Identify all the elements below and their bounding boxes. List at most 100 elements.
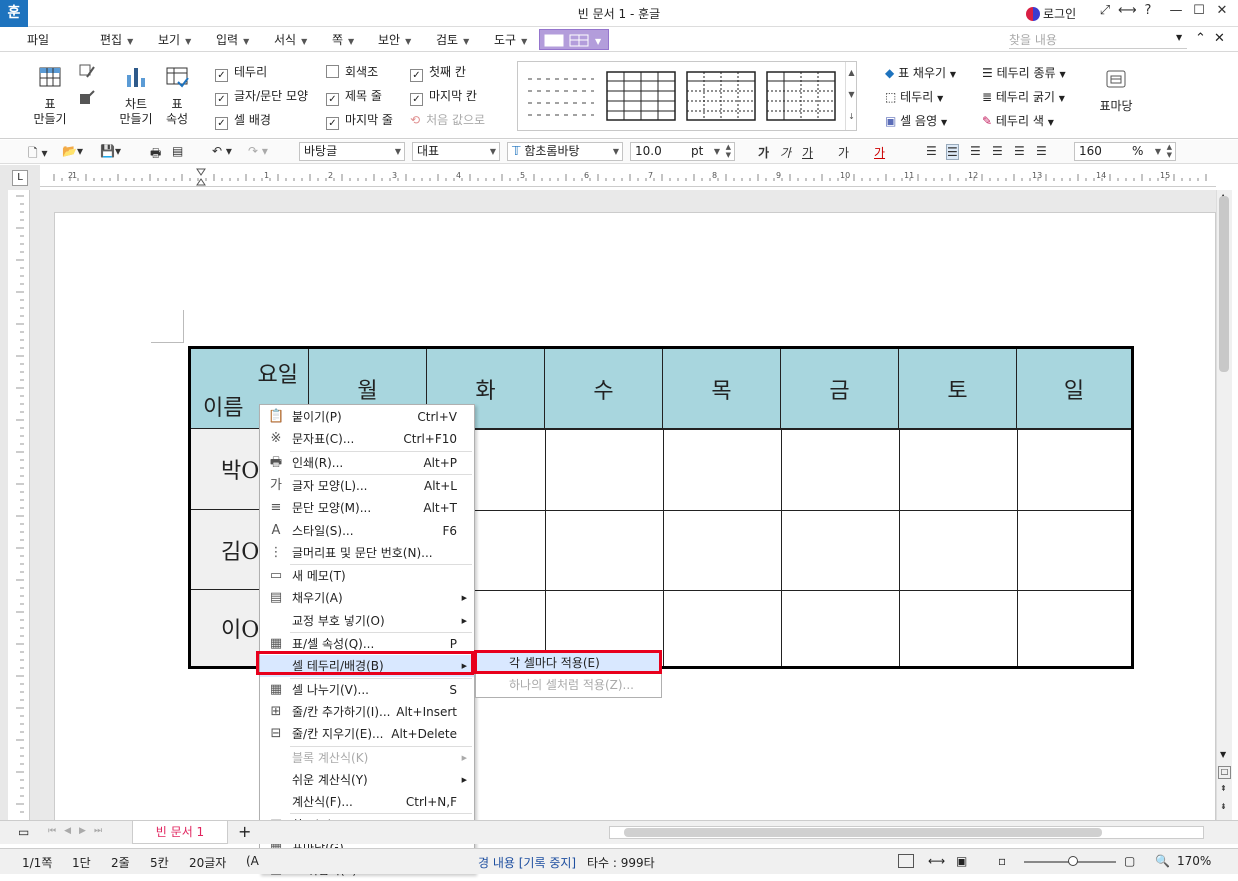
minimize-icon[interactable]: — [1167,3,1185,21]
vertical-ruler[interactable] [8,190,30,820]
page-down-icon[interactable]: ⇟ [1220,802,1227,811]
make-table-button[interactable]: 표 만들기 [28,65,72,127]
context-menu-item[interactable]: ≡ 문단 모양(M)... Alt+T [260,497,474,519]
check-char-para[interactable]: ✓ 글자/문단 모양 [215,88,308,106]
magnifier-icon[interactable]: 🔍 [1155,854,1170,868]
table-style-grid[interactable] [606,71,676,121]
table-stamp-button[interactable]: 표마당 [1096,67,1136,114]
table-style-dotted-2[interactable] [766,71,836,121]
check-border[interactable]: ✓ 테두리 [215,64,267,82]
context-menu-item[interactable]: 📋 붙이기(P) Ctrl+V [260,406,474,428]
divide-icon[interactable]: ☰ [1036,144,1047,158]
add-tab-icon[interactable]: + [238,822,251,841]
fullscreen-icon[interactable]: ⤢ [1096,3,1114,21]
zoom-in-icon[interactable]: ▢ [1124,854,1135,868]
make-chart-button[interactable]: 차트 만들기 [114,65,158,127]
tab-menu-icon[interactable]: ▭ [18,825,29,839]
context-menu-item[interactable]: 블록 계산식(K) ▶ [260,747,474,769]
context-menu-item[interactable]: ※ 문자표(C)... Ctrl+F10 [260,428,474,450]
preview-icon[interactable]: ▤ [172,144,183,158]
tab-nav-icons[interactable]: ⏮◀▶⏭ [48,826,110,836]
redo-icon[interactable]: ↷ ▾ [248,144,268,158]
border-type-button[interactable]: ☰ 테두리 종류 ▼ [982,64,1066,81]
strike-button[interactable]: 가 [838,144,849,161]
open-icon[interactable]: 📂▾ [62,144,83,158]
eraser-icon[interactable] [78,63,96,81]
justify-icon[interactable]: ☰ [926,144,937,158]
align-right-icon[interactable]: ☰ [992,144,1003,158]
table-props-button[interactable]: 표 속성 [160,65,194,127]
check-title-row[interactable]: ✓ 제목 줄 [326,88,382,106]
page-view-icon[interactable]: □ [1218,766,1231,779]
close-icon[interactable]: ✕ [1214,31,1225,46]
help-icon[interactable]: ? [1139,3,1157,21]
menu-edit[interactable]: 편집 ▼ [100,31,133,48]
context-menu-item[interactable]: ⊞ 줄/칸 추가하기(I)... Alt+Insert [260,701,474,723]
new-doc-icon[interactable]: 🗋 ▾ [28,144,48,165]
chevron-down-icon[interactable]: ▼ [1176,33,1182,42]
table-style-dotted[interactable] [686,71,756,121]
search-input[interactable]: 찾을 내용 [1009,31,1187,49]
vertical-scrollbar[interactable]: ▲ ▼ □ ⇞ ⇟ [1216,190,1232,820]
font-color-button[interactable]: 가 [874,144,885,161]
context-menu-item[interactable]: ▤ 채우기(A) ▶ [260,587,474,609]
underline-button[interactable]: 가 [802,144,813,161]
menu-format[interactable]: 서식 ▼ [274,31,307,48]
close-icon[interactable]: ✕ [1213,3,1231,21]
zoom-out-icon[interactable]: ▫ [998,854,1006,868]
doc-tab[interactable]: 빈 문서 1 [132,821,228,844]
apply-as-one-cell-item[interactable]: 하나의 셀처럼 적용(Z)... [477,675,660,696]
horizontal-ruler[interactable]: 1 1 2 3 4 5 6 7 8 9 10 11 12 13 14 15 2 [40,167,1216,187]
align-center-icon[interactable]: ☰ [970,144,981,158]
check-cell-bg[interactable]: ✓ 셀 배경 [215,112,271,130]
italic-button[interactable]: 가 [780,144,791,161]
check-last-col[interactable]: ✓ 마지막 칸 [410,88,477,106]
view-page-icon[interactable]: ▣ [956,854,967,868]
maximize-icon[interactable]: ☐ [1190,3,1208,21]
border-width-button[interactable]: ≣ 테두리 굵기 ▼ [982,88,1065,105]
size-input[interactable]: 10.0 pt ▼ ▲ ▼ [630,142,735,161]
ruler-corner-icon[interactable]: L [12,170,28,186]
gallery-scroll[interactable]: ▲ ▼ ↓ [845,62,857,130]
menu-security[interactable]: 보안 ▼ [378,31,411,48]
border-color-button[interactable]: ✎ 테두리 색 ▼ [982,112,1054,129]
save-icon[interactable]: 💾▾ [100,144,121,158]
cell-shade-button[interactable]: ▣ 셀 음영 ▼ [885,112,947,129]
context-menu-item[interactable]: ▭ 새 메모(T) [260,565,474,587]
h-scroll-thumb[interactable] [624,828,1102,837]
align-left-icon[interactable]: ☰ [946,144,959,160]
zoom-input[interactable]: 160% ▼ ▲ ▼ [1074,142,1176,161]
context-menu-item[interactable]: ⋮ 글머리표 및 문단 번호(N)... [260,542,474,564]
chevron-up-icon[interactable]: ⌃ [1195,31,1206,46]
context-menu-item[interactable]: ⊟ 줄/칸 지우기(E)... Alt+Delete [260,723,474,745]
check-first-col[interactable]: ✓ 첫째 칸 [410,64,466,82]
print-icon[interactable]: 🖶 [150,144,161,165]
menu-page[interactable]: 쪽 ▼ [332,31,354,48]
check-last-row[interactable]: ✓ 마지막 줄 [326,112,393,130]
context-menu-item[interactable]: 가 글자 모양(L)... Alt+L [260,475,474,497]
fill-table-button[interactable]: ◆ 표 채우기 ▼ [885,64,956,81]
draw-table-icon[interactable] [78,89,96,107]
menu-tools[interactable]: 도구 ▼ [494,31,527,48]
table-style-dashed[interactable] [526,71,596,121]
login-button[interactable]: 로그인 [1026,5,1076,22]
border-button[interactable]: ⬚ 테두리 ▼ [885,88,943,105]
table-context-tab[interactable]: ▼ [539,29,609,50]
lang-select[interactable]: 대표 ▼ [412,142,500,161]
style-select[interactable]: 바탕글 ▼ [299,142,405,161]
zoom-slider-knob[interactable] [1068,856,1078,866]
split-icon[interactable]: ⟷ [1118,3,1137,21]
context-menu-item[interactable]: A 스타일(S)... F6 [260,520,474,542]
scroll-thumb[interactable] [1219,196,1229,372]
view-width-icon[interactable]: ⟷ [928,854,945,868]
context-menu-item[interactable]: ▦ 셀 나누기(V)... S [260,679,474,701]
check-grayscale[interactable]: 회색조 [326,64,378,80]
scroll-down-icon[interactable]: ▼ [1220,750,1226,759]
menu-view[interactable]: 보기 ▼ [158,31,191,48]
font-select[interactable]: 𝕋 함초롬바탕 ▼ [507,142,623,161]
distribute-icon[interactable]: ☰ [1014,144,1025,158]
undo-icon[interactable]: ↶ ▾ [212,144,232,158]
bold-button[interactable]: 가 [758,144,769,161]
status-track[interactable]: 경 내용 [기록 중지] [478,854,576,871]
context-menu-item[interactable]: 쉬운 계산식(Y) ▶ [260,769,474,791]
